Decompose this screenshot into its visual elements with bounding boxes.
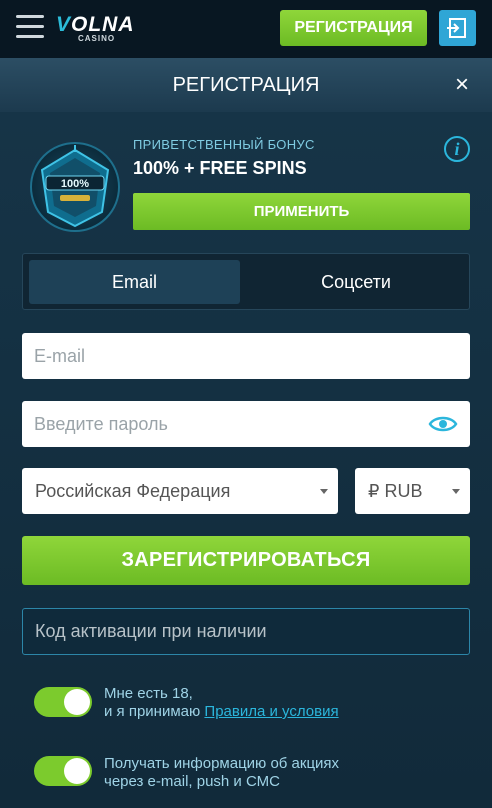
currency-select[interactable]: ₽ RUB [355,468,470,514]
login-icon [447,18,466,38]
password-field[interactable] [22,401,470,447]
bonus-title: 100% + FREE SPINS [133,158,307,178]
logo[interactable]: VOLNA CASINO [56,13,136,45]
chevron-down-icon [320,489,328,494]
bonus-label: ПРИВЕТСТВЕННЫЙ БОНУС [133,137,315,152]
modal-header: РЕГИСТРАЦИЯ × [0,58,492,112]
toggle-knob [64,758,90,784]
bonus-badge-icon: 100% [30,142,120,232]
register-submit-button[interactable]: ЗАРЕГИСТРИРОВАТЬСЯ [22,536,470,585]
badge-percent-text: 100% [61,178,89,190]
auth-tabs: Email Соцсети [22,253,470,310]
header-register-button[interactable]: РЕГИСТРАЦИЯ [280,10,427,46]
email-field[interactable] [22,333,470,379]
country-select[interactable]: Российская Федерация [22,468,338,514]
logo-text: OLNA [71,13,135,36]
login-button[interactable] [439,10,476,46]
top-bar: VOLNA CASINO РЕГИСТРАЦИЯ [0,0,492,58]
tab-email[interactable]: Email [29,260,240,304]
country-value: Российская Федерация [35,481,231,501]
toggle-knob [64,689,90,715]
tab-social[interactable]: Соцсети [247,260,465,304]
apply-bonus-button[interactable]: ПРИМЕНИТЬ [133,193,470,230]
hamburger-icon[interactable] [16,15,44,39]
age-consent-line1: Мне есть 18, [104,685,193,702]
currency-value: ₽ RUB [368,481,423,501]
promo-consent-toggle[interactable] [34,756,92,786]
age-consent-text: Мне есть 18, и я принимаю Правила и усло… [104,685,339,721]
modal-title: РЕГИСТРАЦИЯ [172,74,320,96]
promo-consent-text: Получать информацию об акциях через e-ma… [104,755,339,791]
activation-code-field[interactable] [22,608,470,655]
info-icon[interactable]: i [444,136,470,162]
eye-icon[interactable] [428,413,458,435]
logo-subtitle: CASINO [78,34,116,43]
close-icon[interactable]: × [448,71,476,99]
terms-link[interactable]: Правила и условия [204,703,338,720]
age-consent-prefix: и я принимаю [104,703,205,720]
logo-letter: V [56,13,72,36]
age-consent-line2: и я принимаю Правила и условия [104,703,339,721]
chevron-down-icon [452,489,460,494]
promo-consent-line1: Получать информацию об акциях [104,755,340,772]
promo-consent-line2: через e-mail, push и СМС [104,773,280,790]
age-consent-toggle[interactable] [34,687,92,717]
